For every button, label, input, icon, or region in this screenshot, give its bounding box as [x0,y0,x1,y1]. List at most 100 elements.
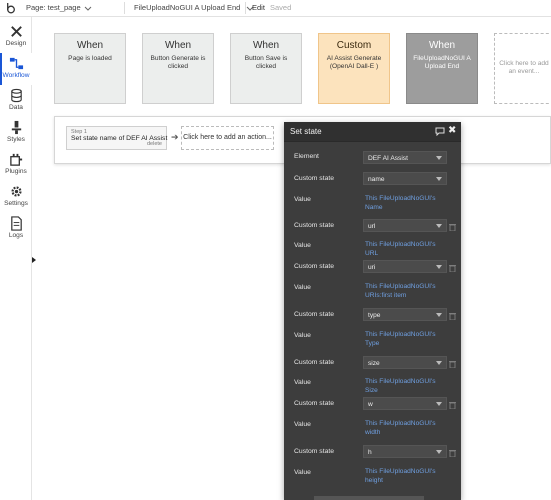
custom-state-dropdown[interactable]: name [363,172,447,185]
chevron-down-icon [436,361,442,365]
event-card-title: When [76,40,104,51]
value-expression[interactable]: This FileUploadNoGUI's URIs:first item [363,281,447,303]
plugins-icon [9,153,22,166]
add-action-button[interactable]: Click here to add an action... [181,126,274,150]
sidebar-item-label: Workflow [2,72,30,79]
divider [124,2,125,14]
trash-icon[interactable] [449,264,456,272]
value-expression[interactable]: This FileUploadNoGUI's width [363,418,447,440]
collapse-sidebar-icon[interactable] [32,257,36,263]
event-card-title: When [252,40,280,51]
custom-state-dropdown[interactable]: h [363,445,447,458]
sidebar-item-label: Logs [8,232,24,239]
close-icon[interactable]: ✖ [448,125,456,136]
event-card-button-save[interactable]: When Button Save is clicked [230,33,302,104]
event-card-custom-ai-assist[interactable]: Custom AI Assist Generate (OpenAI Dall-E… [318,33,390,104]
page-selector-label: Page: test_page [26,3,81,12]
event-card-subtitle: Button Save is clicked [244,55,288,71]
event-card-subtitle: FileUploadNoGUI A Upload End [413,55,471,71]
value-label: Value [294,332,311,339]
page-selector[interactable]: Page: test_page [26,3,92,12]
trash-icon[interactable] [449,312,456,320]
sidebar-item-design[interactable]: Design [0,21,32,53]
custom-state-dropdown[interactable]: type [363,308,447,321]
value-expression[interactable]: This FileUploadNoGUI's URL [363,239,447,261]
set-state-editor: Set state ✖ Element DEF AI Assist Custom… [284,122,461,500]
design-icon [10,26,22,37]
trash-icon[interactable] [449,360,456,368]
event-card-page-loaded[interactable]: When Page is loaded [54,33,126,104]
sidebar-item-label: Data [9,104,23,111]
event-card-title: When [164,40,192,51]
delete-step-link[interactable]: delete [147,141,162,147]
custom-state-dropdown[interactable]: w [363,397,447,410]
custom-state-value: type [368,312,381,319]
workflow-icon [9,57,23,70]
element-label: Element [294,153,319,160]
add-state-button[interactable] [314,496,424,500]
comment-icon[interactable] [435,127,445,136]
value-label: Value [294,421,311,428]
divider [245,2,246,14]
chevron-down-icon [436,265,442,269]
sidebar-item-logs[interactable]: Logs [0,213,32,245]
sidebar-item-label: Styles [7,136,25,143]
trash-icon[interactable] [449,449,456,457]
element-dropdown[interactable]: DEF AI Assist [363,151,447,164]
add-event-label: Click here to add an event... [499,60,549,76]
custom-state-label: Custom state [294,263,335,270]
value-label: Value [294,284,311,291]
sidebar-item-settings[interactable]: Settings [0,181,32,213]
top-bar: Page: test_page FileUploadNoGUI A Upload… [0,0,551,17]
event-card-subtitle: Button Generate is clicked [150,55,206,71]
styles-icon [11,120,21,135]
chevron-down-icon [436,402,442,406]
sidebar-item-label: Design [5,40,27,47]
value-expression[interactable]: This FileUploadNoGUI's height [363,466,447,488]
sidebar-item-data[interactable]: Data [0,85,32,117]
editor-header: Set state ✖ [284,122,461,142]
sidebar-item-workflow[interactable]: Workflow [0,53,32,85]
value-expression[interactable]: This FileUploadNoGUI's Type [363,329,447,351]
event-card-subtitle: Page is loaded [68,55,112,62]
event-card-subtitle: AI Assist Generate (OpenAI Dall-E ) [326,55,382,71]
custom-state-value: uri [368,264,376,271]
custom-state-value: url [368,223,376,230]
custom-state-value: name [368,176,385,183]
custom-state-label: Custom state [294,448,335,455]
arrow-right-icon: ➔ [171,132,179,142]
sidebar-item-styles[interactable]: Styles [0,117,32,149]
workflow-selector[interactable]: FileUploadNoGUI A Upload End [134,3,254,12]
chevron-down-icon [436,313,442,317]
event-card-upload-end[interactable]: When FileUploadNoGUI A Upload End [406,33,478,104]
edit-menu[interactable]: Edit [252,3,265,12]
workflow-selector-label: FileUploadNoGUI A Upload End [134,3,241,12]
custom-state-dropdown[interactable]: uri [363,260,447,273]
event-card-button-generate[interactable]: When Button Generate is clicked [142,33,214,104]
element-dropdown-value: DEF AI Assist [368,155,408,162]
action-step-1[interactable]: Step 1 Set state name of DEF AI Assist d… [66,126,167,150]
sidebar-item-plugins[interactable]: Plugins [0,149,32,181]
logs-icon [10,216,22,231]
custom-state-label: Custom state [294,400,335,407]
custom-state-value: w [368,401,373,408]
chevron-down-icon [84,6,91,11]
saved-status: Saved [270,3,292,12]
custom-state-label: Custom state [294,311,335,318]
gear-icon [10,186,22,197]
event-card-title: When [428,40,456,51]
value-expression[interactable]: This FileUploadNoGUI's Size [363,376,447,398]
chevron-down-icon [436,156,442,160]
value-label: Value [294,469,311,476]
custom-state-dropdown[interactable]: url [363,219,447,232]
custom-state-label: Custom state [294,222,335,229]
trash-icon[interactable] [449,223,456,231]
bubble-logo-icon[interactable] [4,2,16,14]
trash-icon[interactable] [449,401,456,409]
custom-state-dropdown[interactable]: size [363,356,447,369]
custom-state-label: Custom state [294,359,335,366]
custom-state-label: Custom state [294,175,335,182]
value-label: Value [294,196,311,203]
add-event-card[interactable]: Click here to add an event... [494,33,551,104]
value-expression[interactable]: This FileUploadNoGUI's Name [363,193,447,215]
